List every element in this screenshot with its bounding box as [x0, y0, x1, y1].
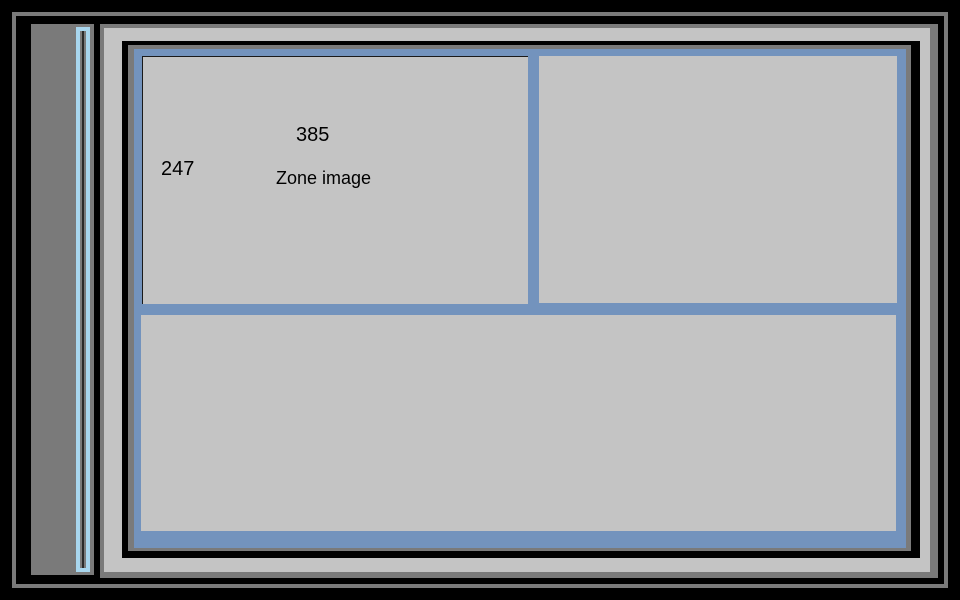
zone-top-right[interactable] — [539, 56, 897, 303]
zone-name-label: Zone image — [276, 168, 372, 188]
zone-image[interactable]: 385 247 Zone image — [142, 56, 528, 304]
zone-bottom[interactable] — [141, 315, 896, 531]
zone-width-label: 385 — [296, 124, 330, 146]
zone-height-label: 247 — [161, 158, 195, 180]
left-panel-accent-line — [82, 31, 84, 568]
